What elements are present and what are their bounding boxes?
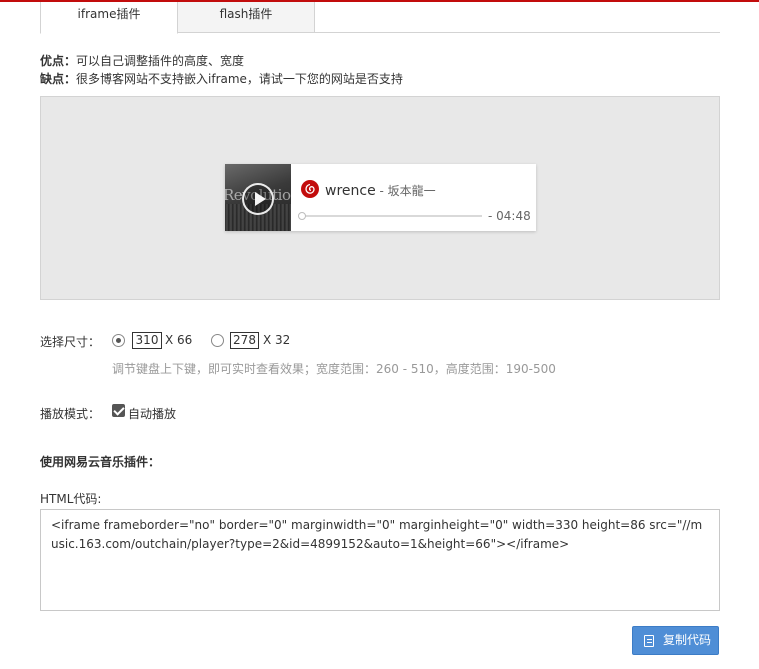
- progress-bar[interactable]: [301, 215, 482, 217]
- play-mode-label: 播放模式：: [40, 407, 101, 421]
- size-option-2-radio[interactable]: [211, 334, 224, 347]
- cons-text: 很多博客网站不支持嵌入iframe，请试一下您的网站是否支持: [76, 72, 403, 86]
- height-text-1: X 66: [165, 333, 193, 347]
- plugin-tabs: iframe插件 flash插件: [40, 2, 720, 34]
- play-button[interactable]: [242, 183, 274, 215]
- song-name: wrence: [325, 183, 376, 199]
- plugin-info: 优点：可以自己调整插件的高度、宽度 缺点：很多博客网站不支持嵌入iframe，请…: [40, 52, 403, 88]
- progress-handle[interactable]: [298, 212, 306, 220]
- use-plugin-title: 使用网易云音乐插件：: [40, 455, 161, 469]
- remaining-time: - 04:48: [488, 209, 531, 223]
- autoplay-label[interactable]: 自动播放: [128, 405, 176, 422]
- album-cover: Revolution: [225, 164, 291, 231]
- copy-code-label: 复制代码: [663, 633, 712, 647]
- tab-iframe[interactable]: iframe插件: [40, 2, 178, 34]
- music-player: Revolution wrence - 坂本龍一 - 04:48: [225, 164, 536, 231]
- size-hint: 调节键盘上下键，即可实时查看效果；宽度范围：260 - 510，高度范围：190…: [112, 362, 556, 376]
- player-preview: Revolution wrence - 坂本龍一 - 04:48: [40, 96, 720, 300]
- copy-code-button[interactable]: 复制代码: [632, 626, 719, 655]
- song-artist: - 坂本龍一: [375, 184, 436, 198]
- size-label: 选择尺寸：: [40, 335, 101, 349]
- pros-line: 优点：可以自己调整插件的高度、宽度: [40, 52, 403, 70]
- pros-label: 优点：: [40, 54, 77, 68]
- tab-flash[interactable]: flash插件: [177, 2, 315, 33]
- copy-icon: [644, 635, 654, 647]
- width-input-1[interactable]: 310: [132, 332, 162, 349]
- song-title: wrence - 坂本龍一: [325, 182, 436, 199]
- cons-line: 缺点：很多博客网站不支持嵌入iframe，请试一下您的网站是否支持: [40, 70, 403, 88]
- height-text-2: X 32: [263, 333, 291, 347]
- width-input-2[interactable]: 278: [230, 332, 259, 349]
- size-option-1-radio[interactable]: [112, 334, 125, 347]
- autoplay-checkbox[interactable]: [112, 404, 125, 417]
- cons-label: 缺点：: [40, 72, 77, 86]
- netease-music-logo-icon: [301, 180, 319, 198]
- html-code-label: HTML代码:: [40, 492, 102, 506]
- pros-text: 可以自己调整插件的高度、宽度: [76, 54, 245, 68]
- html-code-textarea[interactable]: <iframe frameborder="no" border="0" marg…: [40, 509, 720, 611]
